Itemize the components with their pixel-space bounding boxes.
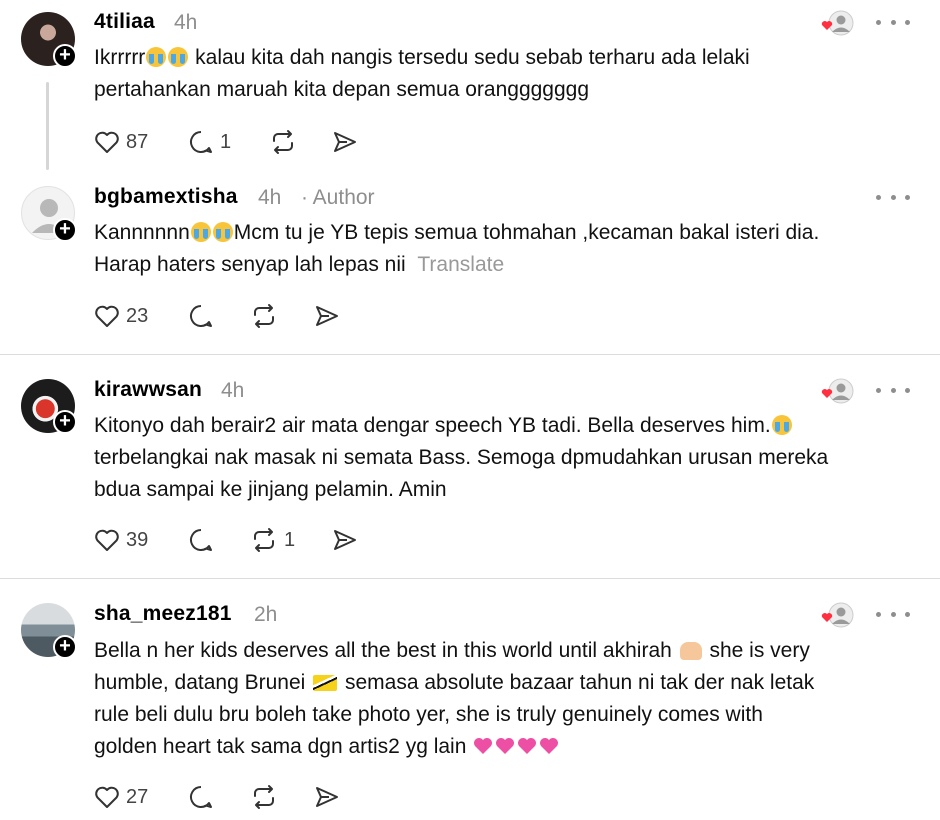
heart-hands-emoji-icon — [679, 642, 702, 660]
crying-emoji-icon — [146, 47, 167, 67]
heart-icon — [95, 305, 119, 327]
text-segment: Ikrrrrr — [94, 46, 146, 69]
like-button[interactable]: 27 — [94, 782, 148, 812]
liked-by-avatar-icon — [821, 10, 854, 36]
crying-emoji-icon — [212, 222, 233, 242]
post-text: Kitonyo dah berair2 air mata dengar spee… — [94, 410, 894, 506]
repost-count: 1 — [284, 528, 296, 551]
username[interactable]: bgbamextisha — [94, 185, 238, 209]
like-count: 39 — [126, 528, 149, 551]
thread-post: + 4tiliaa 4h Ikrrrrr kalau kita dah nang… — [0, 0, 940, 175]
thread-post: + bgbamextisha 4h · Author Kannnnnn Mcm t… — [0, 175, 940, 353]
text-segment: Harap haters senyap lah lepas nii — [94, 253, 406, 276]
reply-button[interactable]: 1 — [188, 127, 231, 157]
reply-icon — [190, 786, 212, 808]
repost-button[interactable]: 1 — [250, 525, 295, 555]
timestamp: 4h — [221, 379, 245, 402]
action-bar: 87 1 — [94, 127, 394, 157]
follow-plus-button[interactable]: + — [53, 44, 77, 68]
thread-post: + sha_meez181 2h Bella n her kids deserv… — [0, 579, 940, 820]
liked-by-avatar-icon — [821, 378, 854, 404]
post-text: Ikrrrrr kalau kita dah nangis tersedu se… — [94, 42, 894, 106]
like-count: 27 — [126, 785, 149, 808]
more-icon[interactable] — [876, 187, 910, 207]
share-icon — [316, 306, 338, 326]
share-icon — [316, 787, 338, 807]
translate-link[interactable]: Translate — [417, 253, 504, 276]
like-count: 23 — [126, 304, 149, 327]
repost-icon — [254, 528, 274, 552]
follow-plus-button[interactable]: + — [53, 410, 77, 434]
post-text: Bella n her kids deserves all the best i… — [94, 635, 894, 763]
like-button[interactable]: 39 — [94, 525, 148, 555]
text-segment: humble, datang Brunei — [94, 671, 306, 694]
text-segment: semasa absolute bazaar tahun ni tak der … — [339, 671, 815, 694]
text-segment: pertahankan maruah kita depan semua oran… — [94, 78, 590, 101]
share-button[interactable] — [332, 127, 358, 157]
follow-plus-button[interactable]: + — [53, 218, 77, 242]
sparkling-heart-emoji-icon — [474, 738, 493, 754]
reply-button[interactable] — [188, 301, 220, 331]
heart-icon — [95, 786, 119, 808]
timestamp: 4h — [174, 11, 198, 34]
action-bar: 27 — [94, 782, 394, 812]
crying-emoji-icon — [168, 47, 189, 67]
text-segment: bdua sampai ke jinjang pelamin. Amin — [94, 478, 447, 501]
text-segment: golden heart tak sama dgn artis2 yg lain — [94, 735, 467, 758]
more-icon[interactable] — [876, 604, 910, 624]
text-segment: kalau kita dah nangis tersedu sedu sebab… — [189, 46, 750, 69]
like-button[interactable]: 87 — [94, 127, 148, 157]
action-bar: 23 — [94, 301, 394, 331]
thread-post: + kirawwsan 4h Kitonyo dah berair2 air m… — [0, 355, 940, 578]
crying-emoji-icon — [771, 415, 792, 435]
reply-button[interactable] — [188, 782, 220, 812]
sparkling-heart-emoji-icon — [496, 738, 515, 754]
timestamp: 2h — [254, 603, 278, 626]
heart-icon — [95, 131, 119, 153]
author-tag: · Author — [301, 186, 375, 209]
heart-icon — [95, 529, 119, 551]
reply-icon — [190, 305, 212, 327]
share-button[interactable] — [314, 782, 340, 812]
reply-count: 1 — [220, 130, 232, 153]
more-icon[interactable] — [876, 380, 910, 400]
share-icon — [334, 530, 356, 550]
repost-icon — [254, 304, 274, 328]
username[interactable]: 4tiliaa — [94, 10, 155, 34]
repost-button[interactable] — [269, 127, 303, 157]
post-text: Kannnnnn Mcm tu je YB tepis semua tohmaha… — [94, 217, 894, 281]
share-button[interactable] — [332, 525, 358, 555]
like-count: 87 — [126, 130, 149, 153]
text-segment: she is very — [703, 639, 810, 662]
timestamp: 4h — [258, 186, 282, 209]
more-icon[interactable] — [876, 12, 910, 32]
repost-icon — [254, 785, 274, 809]
repost-button[interactable] — [250, 782, 284, 812]
share-button[interactable] — [314, 301, 340, 331]
text-segment: Mcm tu je YB tepis semua tohmahan ,kecam… — [233, 221, 820, 244]
sparkling-heart-emoji-icon — [540, 738, 559, 754]
share-icon — [334, 132, 356, 152]
username[interactable]: kirawwsan — [94, 378, 202, 402]
text-segment: Kannnnnn — [94, 221, 190, 244]
like-button[interactable]: 23 — [94, 301, 148, 331]
follow-plus-button[interactable]: + — [53, 635, 77, 659]
crying-emoji-icon — [190, 222, 211, 242]
sparkling-heart-emoji-icon — [518, 738, 537, 754]
text-segment: Kitonyo dah berair2 air mata dengar spee… — [94, 414, 771, 437]
username[interactable]: sha_meez181 — [94, 602, 232, 626]
reply-icon — [190, 131, 212, 153]
liked-by-avatar-icon — [821, 602, 854, 628]
reply-button[interactable] — [188, 525, 220, 555]
brunei-flag-emoji-icon — [313, 675, 338, 691]
text-segment: Bella n her kids deserves all the best i… — [94, 639, 672, 662]
action-bar: 39 1 — [94, 525, 394, 555]
text-segment: terbelangkai nak masak ni semata Bass. S… — [94, 446, 829, 469]
repost-button[interactable] — [250, 301, 284, 331]
reply-icon — [190, 529, 212, 551]
repost-icon — [273, 130, 293, 154]
text-segment: rule beli dulu bru boleh take photo yer,… — [94, 703, 763, 726]
